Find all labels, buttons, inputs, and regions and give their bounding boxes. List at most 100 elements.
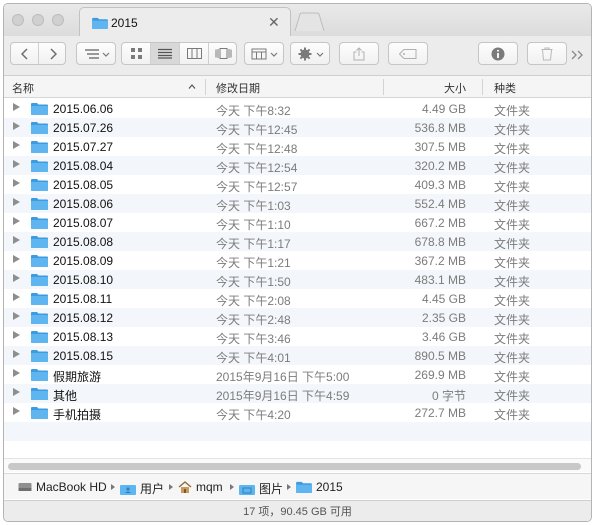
- path-item-disk[interactable]: MacBook HD: [18, 480, 107, 494]
- table-row[interactable]: 2015.08.12 今天 下午2:48 2.35 GB 文件夹: [4, 308, 591, 327]
- get-info-button[interactable]: [478, 42, 518, 65]
- disclosure-triangle-icon[interactable]: [13, 350, 20, 358]
- tab-close-icon[interactable]: ✕: [268, 14, 280, 31]
- disclosure-triangle-icon[interactable]: [13, 255, 20, 263]
- path-item-home[interactable]: mqm: [178, 480, 223, 494]
- close-window-button[interactable]: [12, 14, 24, 26]
- column-divider[interactable]: [482, 79, 483, 95]
- action-menu[interactable]: [291, 43, 329, 64]
- folder-icon: [31, 160, 48, 172]
- disclosure-triangle-icon[interactable]: [13, 369, 20, 377]
- tags-button[interactable]: [388, 42, 428, 65]
- disclosure-triangle-icon[interactable]: [13, 274, 20, 282]
- move-to-trash[interactable]: [528, 43, 566, 64]
- column-size[interactable]: 大小: [444, 80, 466, 96]
- path-separator-icon: [287, 484, 291, 490]
- file-date: 今天 下午12:48: [216, 142, 298, 156]
- file-kind: 文件夹: [494, 218, 531, 232]
- path-item-users[interactable]: 用户: [120, 480, 164, 497]
- zoom-window-button[interactable]: [52, 14, 64, 26]
- disclosure-triangle-icon[interactable]: [13, 103, 20, 111]
- tab-2015[interactable]: 2015 ✕: [79, 7, 291, 37]
- delete-button[interactable]: [527, 42, 567, 65]
- disclosure-triangle-icon[interactable]: [13, 293, 20, 301]
- table-row[interactable]: 2015.06.06 今天 下午8:32 4.49 GB 文件夹: [4, 99, 591, 118]
- folder-icon: [296, 481, 312, 493]
- disclosure-triangle-icon[interactable]: [13, 217, 20, 225]
- table-row[interactable]: 手机拍摄 今天 下午4:20 272.7 MB 文件夹: [4, 403, 591, 422]
- group-button[interactable]: [244, 42, 284, 65]
- folder-icon: [31, 331, 48, 343]
- disclosure-triangle-icon[interactable]: [13, 388, 20, 396]
- forward-button[interactable]: [39, 43, 66, 64]
- column-name[interactable]: 名称: [12, 80, 34, 96]
- disclosure-triangle-icon[interactable]: [13, 407, 20, 415]
- coverflow-view-button[interactable]: [209, 43, 237, 64]
- file-date: 今天 下午1:50: [216, 275, 291, 289]
- share-menu[interactable]: [340, 43, 378, 64]
- arrange-button[interactable]: [76, 42, 116, 65]
- table-row[interactable]: 假期旅游 2015年9月16日 下午5:00 269.9 MB 文件夹: [4, 365, 591, 384]
- disclosure-triangle-icon[interactable]: [13, 122, 20, 130]
- folder-icon: [31, 236, 48, 248]
- table-row[interactable]: 2015.07.26 今天 下午12:45 536.8 MB 文件夹: [4, 118, 591, 137]
- folder-icon: [31, 179, 48, 191]
- tag-icon: [399, 48, 417, 59]
- disclosure-triangle-icon[interactable]: [13, 179, 20, 187]
- minimize-window-button[interactable]: [32, 14, 44, 26]
- table-row[interactable]: 2015.08.15 今天 下午4:01 890.5 MB 文件夹: [4, 346, 591, 365]
- column-kind[interactable]: 种类: [494, 80, 516, 96]
- table-row[interactable]: 2015.07.27 今天 下午12:48 307.5 MB 文件夹: [4, 137, 591, 156]
- action-button[interactable]: [290, 42, 330, 65]
- path-bar: MacBook HD 用户 mqm 图片 2015: [4, 473, 591, 499]
- icon-grid-icon: [130, 48, 142, 59]
- column-date[interactable]: 修改日期: [216, 80, 260, 96]
- table-row[interactable]: 2015.08.09 今天 下午1:21 367.2 MB 文件夹: [4, 251, 591, 270]
- path-item-current[interactable]: 2015: [296, 480, 343, 494]
- horizontal-scrollbar[interactable]: [4, 458, 591, 472]
- table-row[interactable]: 2015.08.06 今天 下午1:03 552.4 MB 文件夹: [4, 194, 591, 213]
- disclosure-triangle-icon[interactable]: [13, 312, 20, 320]
- column-divider[interactable]: [383, 79, 384, 95]
- file-size: 4.45 GB: [421, 292, 466, 306]
- column-divider[interactable]: [205, 79, 206, 95]
- view-mode-control: [121, 42, 237, 65]
- table-row[interactable]: 其他 2015年9月16日 下午4:59 0 字节 文件夹: [4, 384, 591, 403]
- path-item-pictures[interactable]: 图片: [239, 480, 283, 497]
- arrange-icon: [85, 48, 110, 59]
- icon-view-button[interactable]: [122, 43, 151, 64]
- table-row[interactable]: 2015.08.04 今天 下午12:54 320.2 MB 文件夹: [4, 156, 591, 175]
- get-info[interactable]: [479, 43, 517, 64]
- disclosure-triangle-icon[interactable]: [13, 141, 20, 149]
- file-kind: 文件夹: [494, 199, 531, 213]
- column-view-button[interactable]: [180, 43, 209, 64]
- file-date: 今天 下午12:45: [216, 123, 298, 137]
- list-view-button[interactable]: [151, 43, 180, 64]
- table-row[interactable]: 2015.08.07 今天 下午1:10 667.2 MB 文件夹: [4, 213, 591, 232]
- disclosure-triangle-icon[interactable]: [13, 160, 20, 168]
- share-button[interactable]: [339, 42, 379, 65]
- back-button[interactable]: [11, 43, 39, 64]
- file-name: 2015.06.06: [53, 102, 114, 116]
- arrange-menu[interactable]: [77, 43, 115, 64]
- disclosure-triangle-icon[interactable]: [13, 236, 20, 244]
- tags-menu[interactable]: [389, 43, 427, 64]
- file-size: 2.35 GB: [421, 311, 466, 325]
- table-row[interactable]: 2015.08.10 今天 下午1:50 483.1 MB 文件夹: [4, 270, 591, 289]
- new-tab-button[interactable]: [293, 12, 325, 32]
- group-menu[interactable]: [245, 43, 283, 64]
- toolbar-overflow-icon[interactable]: [571, 50, 585, 60]
- table-row[interactable]: 2015.08.08 今天 下午1:17 678.8 MB 文件夹: [4, 232, 591, 251]
- disclosure-triangle-icon[interactable]: [13, 198, 20, 206]
- file-name: 2015.08.07: [53, 216, 114, 230]
- disclosure-triangle-icon[interactable]: [13, 331, 20, 339]
- file-name: 假期旅游: [53, 370, 102, 384]
- file-kind: 文件夹: [494, 161, 531, 175]
- users-folder-icon: [120, 484, 136, 495]
- file-date: 今天 下午3:46: [216, 332, 291, 346]
- file-size: 307.5 MB: [414, 140, 466, 154]
- table-row[interactable]: 2015.08.13 今天 下午3:46 3.46 GB 文件夹: [4, 327, 591, 346]
- scrollbar-thumb[interactable]: [8, 463, 581, 470]
- table-row[interactable]: 2015.08.05 今天 下午12:57 409.3 MB 文件夹: [4, 175, 591, 194]
- table-row[interactable]: 2015.08.11 今天 下午2:08 4.45 GB 文件夹: [4, 289, 591, 308]
